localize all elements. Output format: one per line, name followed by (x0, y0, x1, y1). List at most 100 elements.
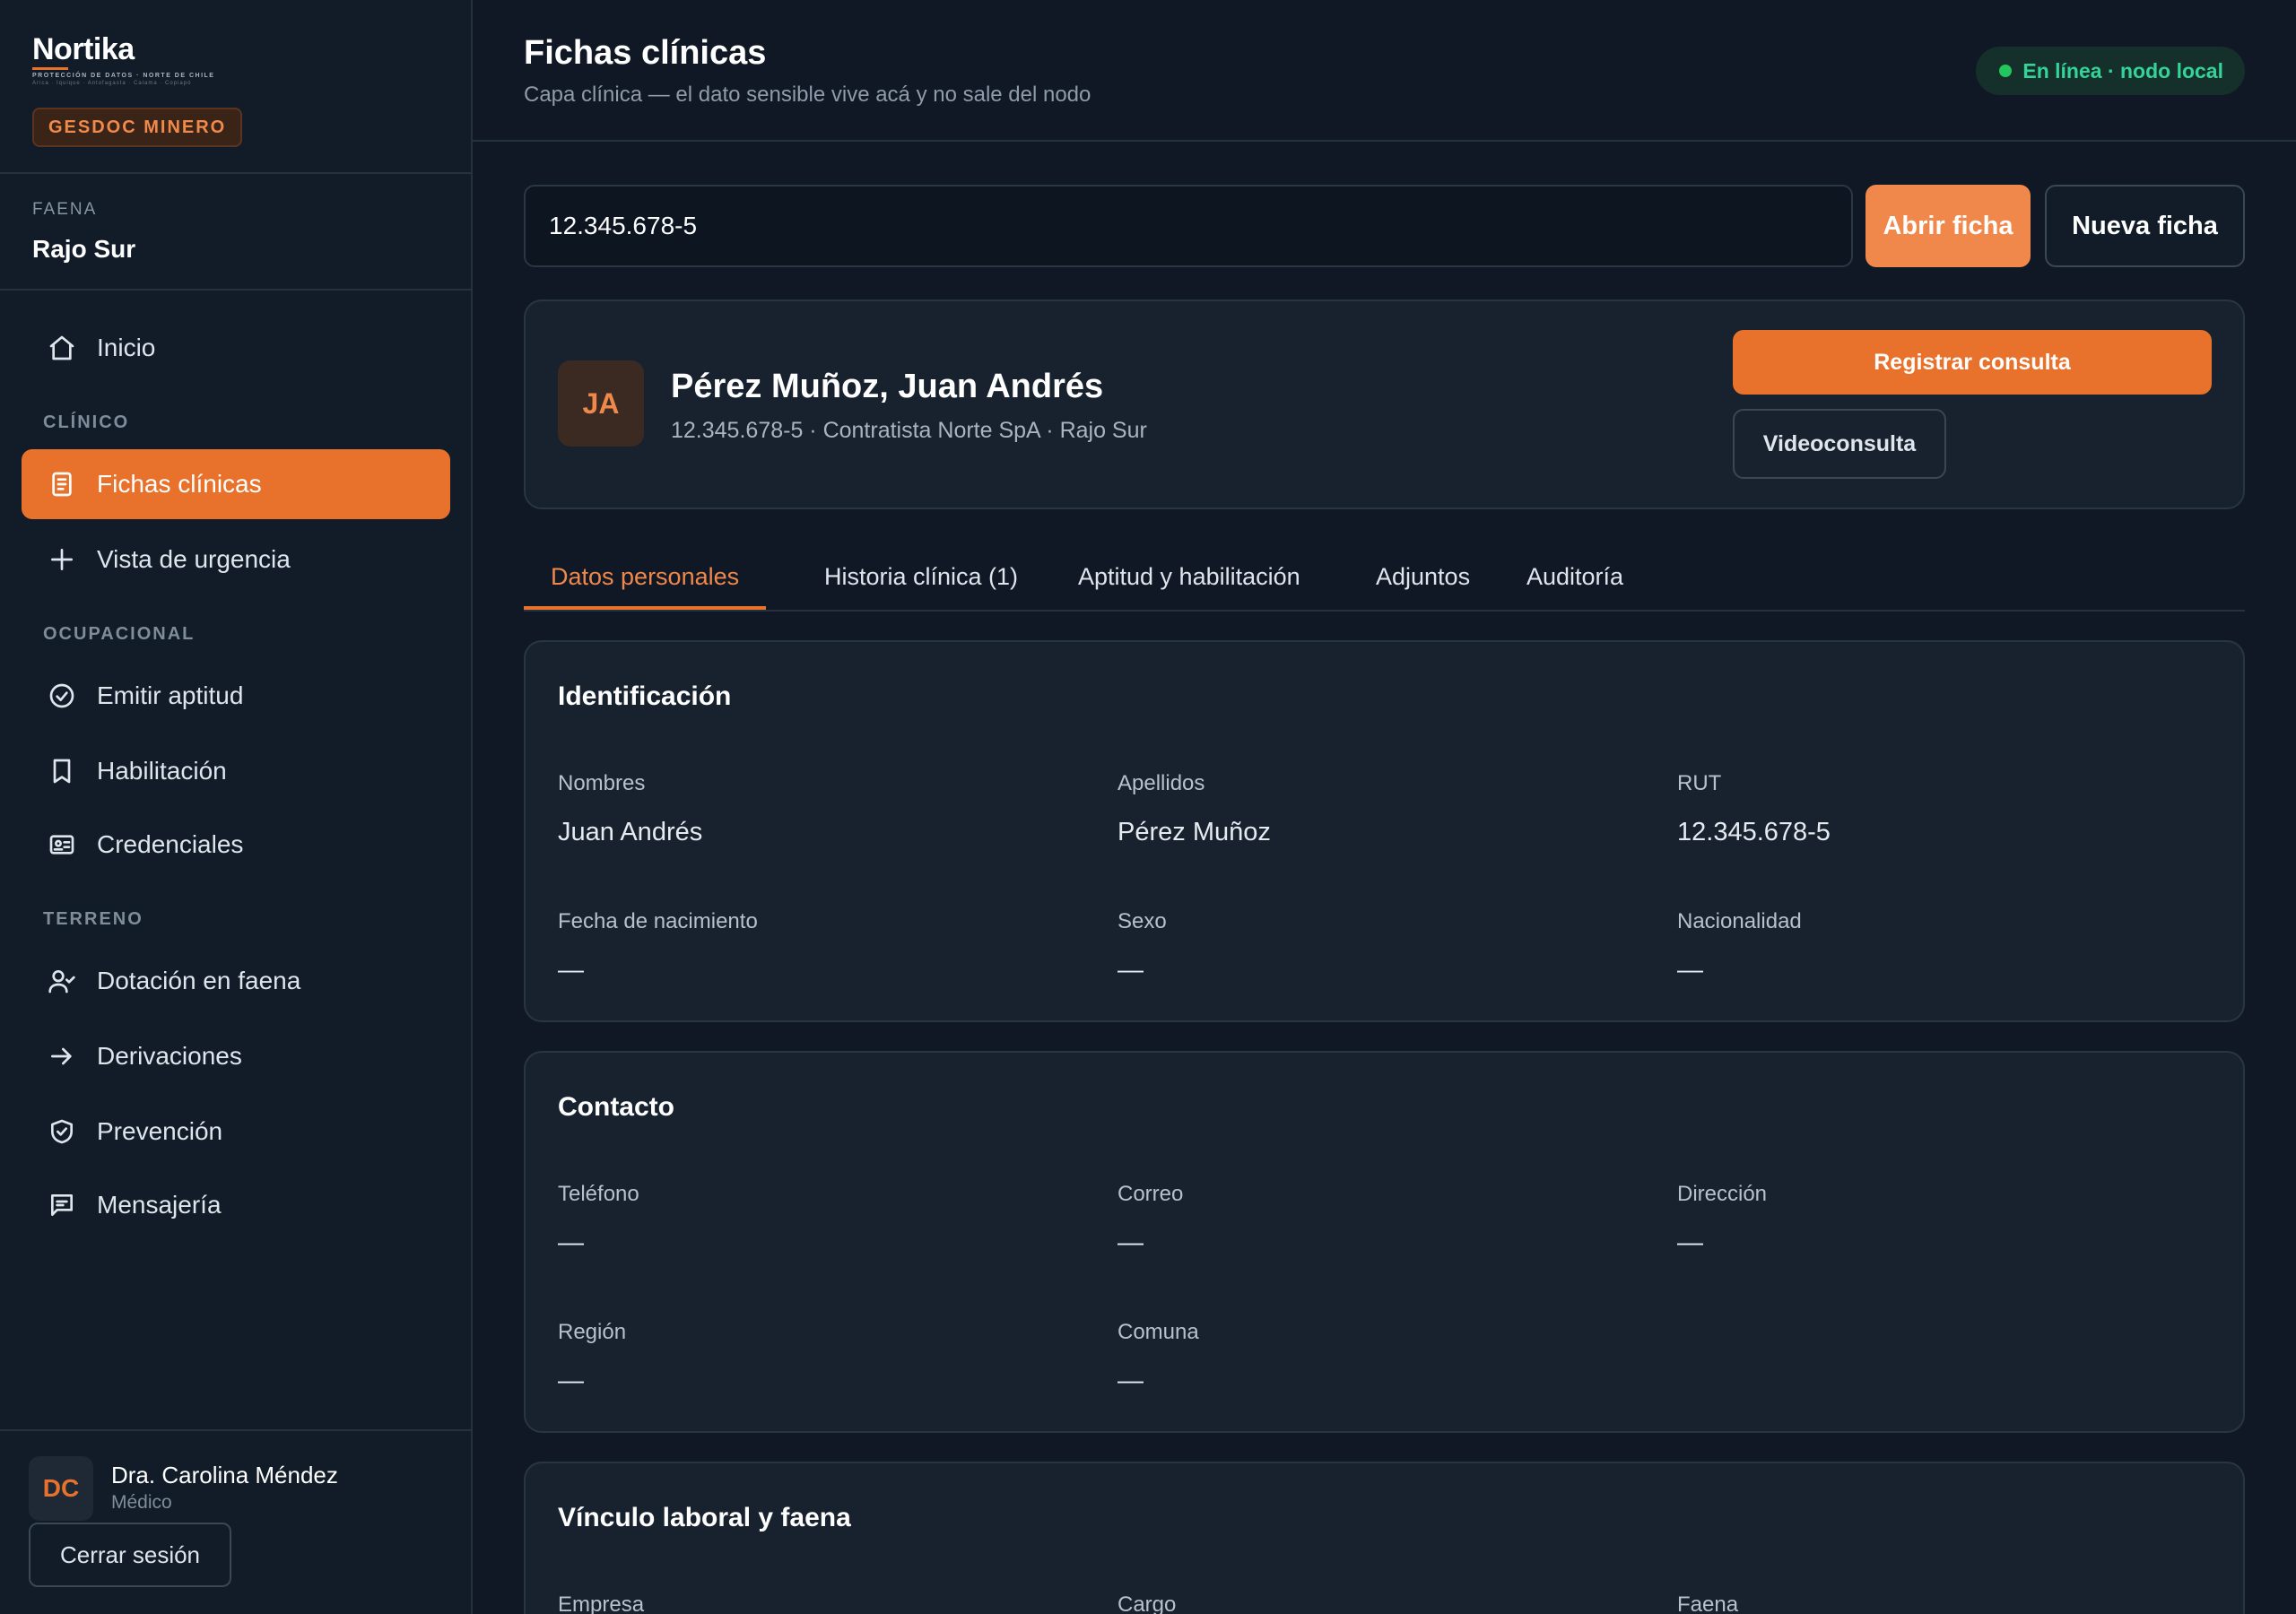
tab-historia-clinica[interactable]: Historia clínica (1) (824, 542, 1018, 612)
check-circle-icon (47, 681, 77, 711)
status-badge: En línea · nodo local (1976, 47, 2245, 95)
main-content: Fichas clínicas Capa clínica — el dato s… (473, 0, 2296, 1614)
tab-adjuntos[interactable]: Adjuntos (1376, 542, 1470, 612)
sidebar-item-label: Fichas clínicas (97, 470, 262, 498)
field-value: — (558, 956, 584, 985)
open-record-button[interactable]: Abrir ficha (1866, 185, 2031, 267)
sidebar-item-derivaciones[interactable]: Derivaciones (22, 1021, 450, 1091)
register-consultation-button[interactable]: Registrar consulta (1733, 330, 2212, 395)
field-value: — (1677, 1228, 1703, 1257)
nav-section-terreno: TERRENO (43, 909, 144, 929)
field-label: Dirección (1677, 1182, 1768, 1206)
sidebar-divider (0, 1429, 473, 1431)
user-avatar: DC (29, 1456, 93, 1521)
shield-check-icon (47, 1116, 77, 1147)
tab-datos-personales[interactable]: Datos personales (551, 542, 739, 612)
field-label: Empresa (558, 1592, 645, 1614)
patient-avatar: JA (558, 360, 644, 447)
sidebar: Nortika PROTECCIÓN DE DATOS · NORTE DE C… (0, 0, 473, 1614)
identificacion-card: Identificación Nombres Juan Andrés Apell… (524, 640, 2245, 1022)
field-value: — (1118, 1367, 1144, 1395)
user-name: Dra. Carolina Méndez (111, 1462, 338, 1488)
field-label: Apellidos (1118, 771, 1205, 795)
field-value: Pérez Muñoz (1118, 818, 1271, 846)
record-tabs: Datos personales Historia clínica (1) Ap… (524, 542, 2245, 612)
logout-button[interactable]: Cerrar sesión (29, 1523, 231, 1587)
status-text: En línea · nodo local (2022, 58, 2223, 82)
video-consultation-button[interactable]: Videoconsulta (1733, 409, 1946, 479)
page-title: Fichas clínicas (524, 34, 767, 72)
patient-card: JA Pérez Muñoz, Juan Andrés 12.345.678-5… (524, 299, 2245, 509)
vinculo-laboral-card: Vínculo laboral y faena Empresa Cargo Fa… (524, 1462, 2245, 1614)
status-dot-icon (1999, 65, 2013, 77)
sidebar-item-label: Vista de urgencia (97, 545, 291, 573)
brand-name: Nortika (32, 32, 135, 66)
field-value: — (1118, 956, 1144, 985)
faena-value: Rajo Sur (32, 235, 136, 263)
tab-aptitud-habilitacion[interactable]: Aptitud y habilitación (1078, 542, 1300, 612)
field-value: — (1677, 956, 1703, 985)
sidebar-item-mensajeria[interactable]: Mensajería (22, 1170, 450, 1240)
id-card-icon (47, 829, 77, 860)
sidebar-item-fichas-clinicas[interactable]: Fichas clínicas (22, 449, 450, 519)
field-label: Nacionalidad (1677, 909, 1802, 933)
field-value: — (1118, 1228, 1144, 1257)
field-value: 12.345.678-5 (1677, 818, 1831, 846)
sidebar-item-label: Emitir aptitud (97, 681, 244, 709)
arrow-right-icon (47, 1041, 77, 1072)
new-record-button[interactable]: Nueva ficha (2045, 185, 2245, 267)
field-label: Región (558, 1320, 627, 1344)
sidebar-item-label: Habilitación (97, 757, 227, 785)
field-label: Comuna (1118, 1320, 1199, 1344)
sidebar-item-vista-urgencia[interactable]: Vista de urgencia (22, 525, 450, 594)
field-label: Faena (1677, 1592, 1739, 1614)
patient-name: Pérez Muñoz, Juan Andrés (671, 368, 1104, 405)
section-title: Vínculo laboral y faena (558, 1503, 851, 1532)
plus-icon (47, 544, 77, 575)
field-value: — (558, 1367, 584, 1395)
sidebar-item-label: Dotación en faena (97, 967, 301, 994)
home-icon (47, 333, 77, 363)
page-subtitle: Capa clínica — el dato sensible vive acá… (524, 82, 1091, 107)
header-divider (473, 140, 2296, 142)
field-label: Nombres (558, 771, 646, 795)
field-label: Sexo (1118, 909, 1167, 933)
sidebar-item-label: Derivaciones (97, 1042, 242, 1070)
sidebar-item-dotacion[interactable]: Dotación en faena (22, 946, 450, 1016)
nav-section-ocupacional: OCUPACIONAL (43, 624, 196, 644)
sidebar-divider (0, 289, 473, 291)
product-badge: GESDOC MINERO (32, 108, 243, 147)
field-label: Fecha de nacimiento (558, 909, 758, 933)
user-role: Médico (111, 1492, 172, 1513)
rut-search-input[interactable] (524, 185, 1853, 267)
contacto-card: Contacto Teléfono — Correo — Dirección —… (524, 1051, 2245, 1433)
sidebar-item-habilitacion[interactable]: Habilitación (22, 736, 450, 806)
sidebar-item-prevencion[interactable]: Prevención (22, 1097, 450, 1167)
patient-meta: 12.345.678-5 · Contratista Norte SpA · R… (671, 418, 1147, 443)
field-value: — (558, 1228, 584, 1257)
tab-auditoria[interactable]: Auditoría (1526, 542, 1623, 612)
bookmark-icon (47, 756, 77, 786)
nav-section-clinico: CLÍNICO (43, 412, 130, 432)
brand-logo: Nortika PROTECCIÓN DE DATOS · NORTE DE C… (32, 34, 214, 86)
message-icon (47, 1190, 77, 1220)
sidebar-item-label: Mensajería (97, 1191, 222, 1219)
faena-label: FAENA (32, 200, 98, 219)
brand-tagline: PROTECCIÓN DE DATOS · NORTE DE CHILE (32, 73, 215, 79)
field-value: Juan Andrés (558, 818, 703, 846)
sidebar-item-emitir-aptitud[interactable]: Emitir aptitud (22, 661, 450, 731)
active-tab-indicator (524, 606, 766, 610)
brand-cities: Arica · Iquique · Antofagasta · Calama ·… (32, 81, 192, 86)
sidebar-divider (0, 172, 473, 174)
sidebar-item-credenciales[interactable]: Credenciales (22, 810, 450, 880)
document-icon (47, 469, 77, 499)
sidebar-item-label: Credenciales (97, 830, 244, 858)
user-check-icon (47, 966, 77, 996)
brand-underline (32, 67, 68, 70)
field-label: RUT (1677, 771, 1722, 795)
field-label: Teléfono (558, 1182, 639, 1206)
sidebar-item-inicio[interactable]: Inicio (22, 313, 450, 383)
field-label: Cargo (1118, 1592, 1177, 1614)
section-title: Contacto (558, 1092, 674, 1122)
section-title: Identificación (558, 681, 732, 711)
